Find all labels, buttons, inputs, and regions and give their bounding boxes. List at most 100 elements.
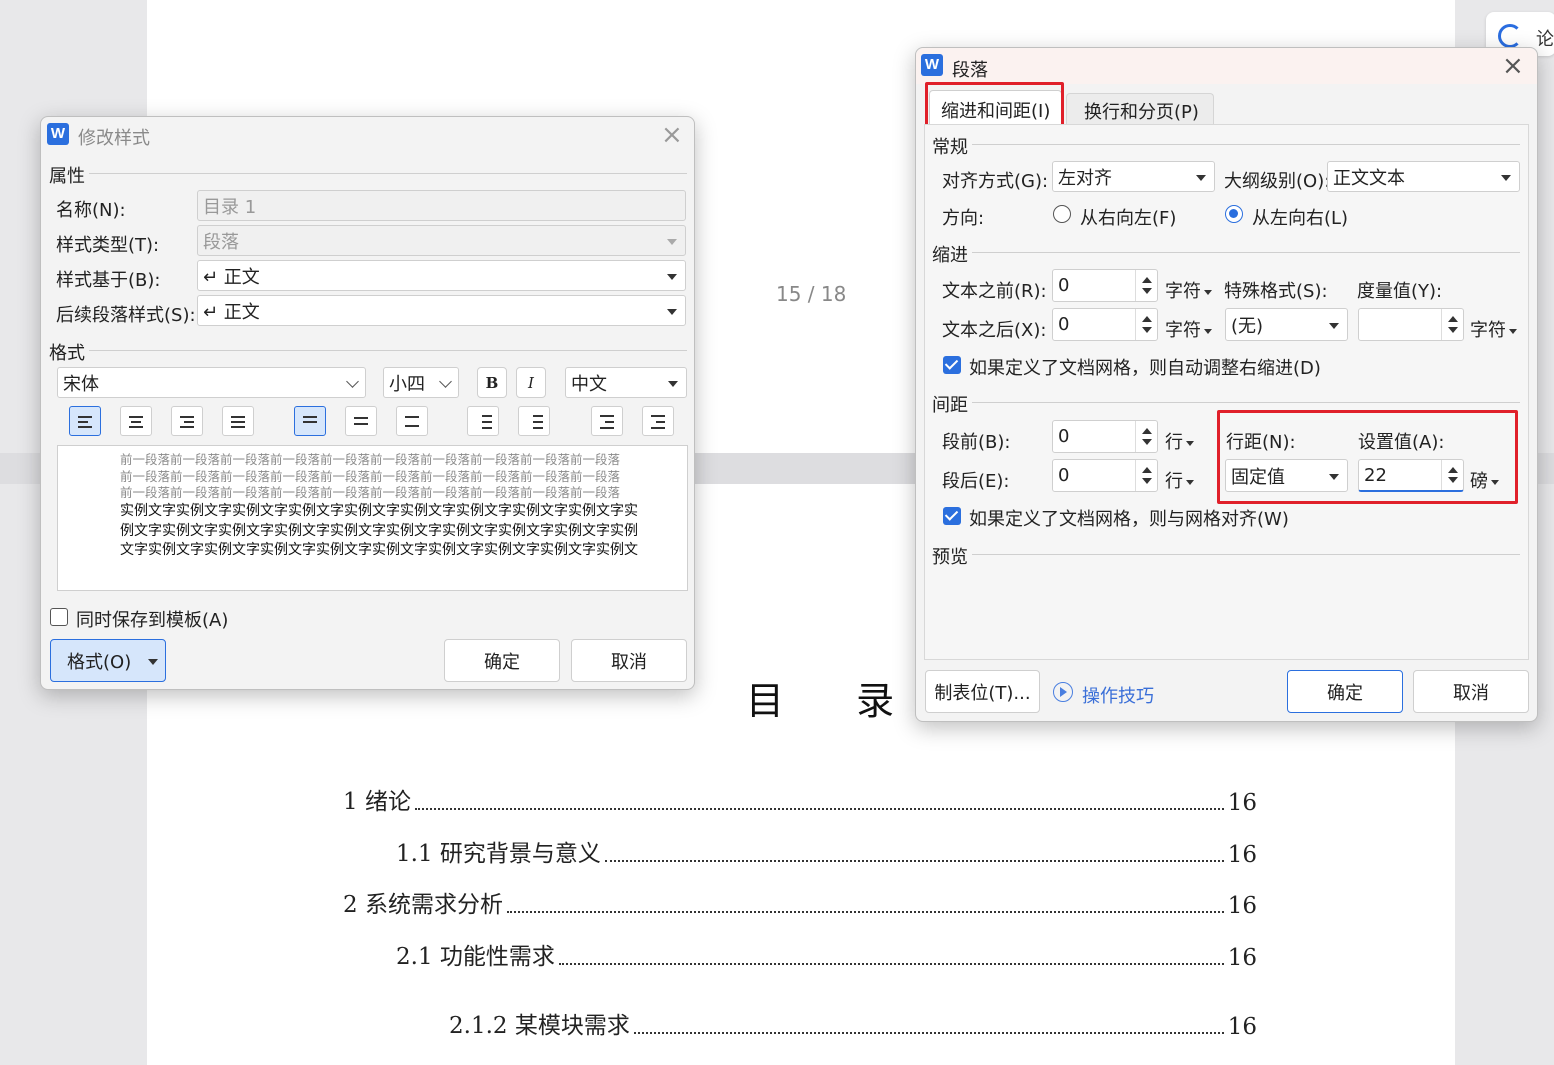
highlight-annotation xyxy=(1217,410,1518,504)
toc-entry-page: 16 xyxy=(1227,790,1257,816)
toc-entry[interactable]: 1 绪论 16 xyxy=(343,782,1257,816)
style-type-value: 段落 xyxy=(203,231,239,253)
based-on-label: 样式基于(B): xyxy=(56,270,161,291)
rtl-radio[interactable] xyxy=(1053,205,1071,223)
dialog-title: 修改样式 xyxy=(78,128,150,149)
font-size-select[interactable]: 小四 xyxy=(383,367,459,398)
toc-entry-page: 16 xyxy=(1227,1014,1257,1040)
tips-link[interactable]: 操作技巧 xyxy=(1082,682,1154,708)
toc-entry[interactable]: 2.1 功能性需求 16 xyxy=(396,937,1257,971)
toc-leader xyxy=(604,860,1224,862)
single-spacing-button[interactable] xyxy=(294,406,326,436)
grid-align-label: 如果定义了文档网格，则与网格对齐(W) xyxy=(969,509,1289,530)
dropdown-arrow-icon xyxy=(667,238,677,245)
before-text-value: 0 xyxy=(1058,275,1070,296)
toc-entry-text: 1 绪论 xyxy=(343,789,411,815)
toc-entry[interactable]: 1.1 研究背景与意义 16 xyxy=(396,834,1257,868)
ltr-label: 从左向右(L) xyxy=(1252,208,1349,229)
wps-logo-icon: W xyxy=(921,54,943,76)
after-text-value: 0 xyxy=(1058,314,1070,335)
section-header-general: 常规 xyxy=(932,137,968,158)
spinner-arrows-icon[interactable] xyxy=(1135,309,1157,340)
special-format-select[interactable]: (无) xyxy=(1225,308,1348,341)
space-before-input[interactable]: 0 xyxy=(1052,420,1158,453)
dropdown-arrow-icon xyxy=(668,380,678,387)
decrease-paragraph-spacing-button[interactable] xyxy=(518,406,550,436)
save-to-template-checkbox[interactable] xyxy=(50,608,68,626)
toc-entry[interactable]: 2 系统需求分析 16 xyxy=(343,885,1257,919)
next-style-select[interactable]: ↵ 正文 xyxy=(197,295,686,326)
modify-style-dialog: W 修改样式 × 属性 名称(N): 目录 1 样式类型(T): 段落 样式基于… xyxy=(40,116,695,690)
increase-indent-button[interactable] xyxy=(642,406,674,436)
space-after-label: 段后(E): xyxy=(942,471,1010,492)
tab-line-page-breaks[interactable]: 换行和分页(P) xyxy=(1066,93,1214,125)
ltr-radio[interactable] xyxy=(1225,205,1243,223)
play-icon xyxy=(1053,682,1073,702)
after-text-input[interactable]: 0 xyxy=(1052,308,1158,341)
measure-input[interactable] xyxy=(1358,308,1464,341)
divider xyxy=(89,350,687,351)
style-preview: 前一段落前一段落前一段落前一段落前一段落前一段落前一段落前一段落前一段落前一段落… xyxy=(57,445,688,591)
spinner-arrows-icon[interactable] xyxy=(1135,270,1157,301)
unit-line-dropdown[interactable]: 行 xyxy=(1165,428,1194,454)
font-select[interactable]: 宋体 xyxy=(57,367,366,398)
dropdown-arrow-icon xyxy=(667,308,677,315)
name-label: 名称(N): xyxy=(56,200,126,221)
decrease-indent-button[interactable] xyxy=(591,406,623,436)
before-text-input[interactable]: 0 xyxy=(1052,269,1158,302)
double-spacing-button[interactable] xyxy=(396,406,428,436)
dropdown-arrow-icon xyxy=(667,273,677,280)
grid-align-checkbox[interactable] xyxy=(943,507,961,525)
one-half-spacing-button[interactable] xyxy=(345,406,377,436)
section-header-properties: 属性 xyxy=(49,166,85,187)
outline-level-select[interactable]: 正文文本 xyxy=(1327,161,1520,192)
divider xyxy=(972,402,1520,403)
space-after-input[interactable]: 0 xyxy=(1052,459,1158,492)
title-bar xyxy=(916,48,1537,84)
spinner-arrows-icon[interactable] xyxy=(1135,421,1157,452)
unit-line-dropdown[interactable]: 行 xyxy=(1165,467,1194,493)
cancel-button[interactable]: 取消 xyxy=(571,639,687,682)
justify-button[interactable] xyxy=(222,406,254,436)
cancel-button[interactable]: 取消 xyxy=(1413,670,1529,713)
section-header-format: 格式 xyxy=(49,343,85,364)
tab-stops-button[interactable]: 制表位(T)... xyxy=(925,670,1040,713)
font-value: 宋体 xyxy=(63,373,99,395)
alignment-select[interactable]: 左对齐 xyxy=(1052,161,1215,192)
divider xyxy=(972,144,1520,145)
name-input[interactable]: 目录 1 xyxy=(197,190,686,221)
based-on-select[interactable]: ↵ 正文 xyxy=(197,260,686,291)
spinner-arrows-icon[interactable] xyxy=(1135,460,1157,491)
tab-label: 换行和分页(P) xyxy=(1084,102,1199,123)
toc-entry-page: 16 xyxy=(1227,945,1257,971)
unit-char-dropdown[interactable]: 字符 xyxy=(1165,277,1212,303)
highlight-annotation xyxy=(925,82,1064,127)
unit-char-dropdown[interactable]: 字符 xyxy=(1470,316,1517,342)
outline-level-value: 正文文本 xyxy=(1333,167,1405,189)
align-center-button[interactable] xyxy=(120,406,152,436)
style-type-select[interactable]: 段落 xyxy=(197,225,686,256)
toc-title: 目 录 xyxy=(746,679,925,723)
ok-button[interactable]: 确定 xyxy=(444,639,560,682)
close-icon[interactable]: × xyxy=(661,122,683,148)
auto-indent-label: 如果定义了文档网格，则自动调整右缩进(D) xyxy=(969,358,1321,379)
font-size-value: 小四 xyxy=(389,373,425,395)
increase-paragraph-spacing-button[interactable] xyxy=(467,406,499,436)
italic-button[interactable]: I xyxy=(516,367,546,398)
unit-char-dropdown[interactable]: 字符 xyxy=(1165,316,1212,342)
toc-entry-page: 16 xyxy=(1227,842,1257,868)
ok-button[interactable]: 确定 xyxy=(1287,670,1403,713)
align-right-button[interactable] xyxy=(171,406,203,436)
tab-panel xyxy=(924,124,1529,660)
language-select[interactable]: 中文 xyxy=(565,367,687,398)
based-on-value: ↵ 正文 xyxy=(203,266,260,288)
close-icon[interactable]: × xyxy=(1502,53,1524,79)
auto-indent-checkbox[interactable] xyxy=(943,356,961,374)
wps-logo-icon: W xyxy=(47,123,69,145)
toc-entry[interactable]: 2.1.2 某模块需求 16 xyxy=(449,1006,1257,1040)
special-format-value: (无) xyxy=(1231,315,1264,337)
align-left-button[interactable] xyxy=(69,406,101,436)
bold-button[interactable]: B xyxy=(477,367,507,398)
format-menu-button[interactable]: 格式(O) xyxy=(50,639,166,682)
spinner-arrows-icon[interactable] xyxy=(1441,309,1463,340)
